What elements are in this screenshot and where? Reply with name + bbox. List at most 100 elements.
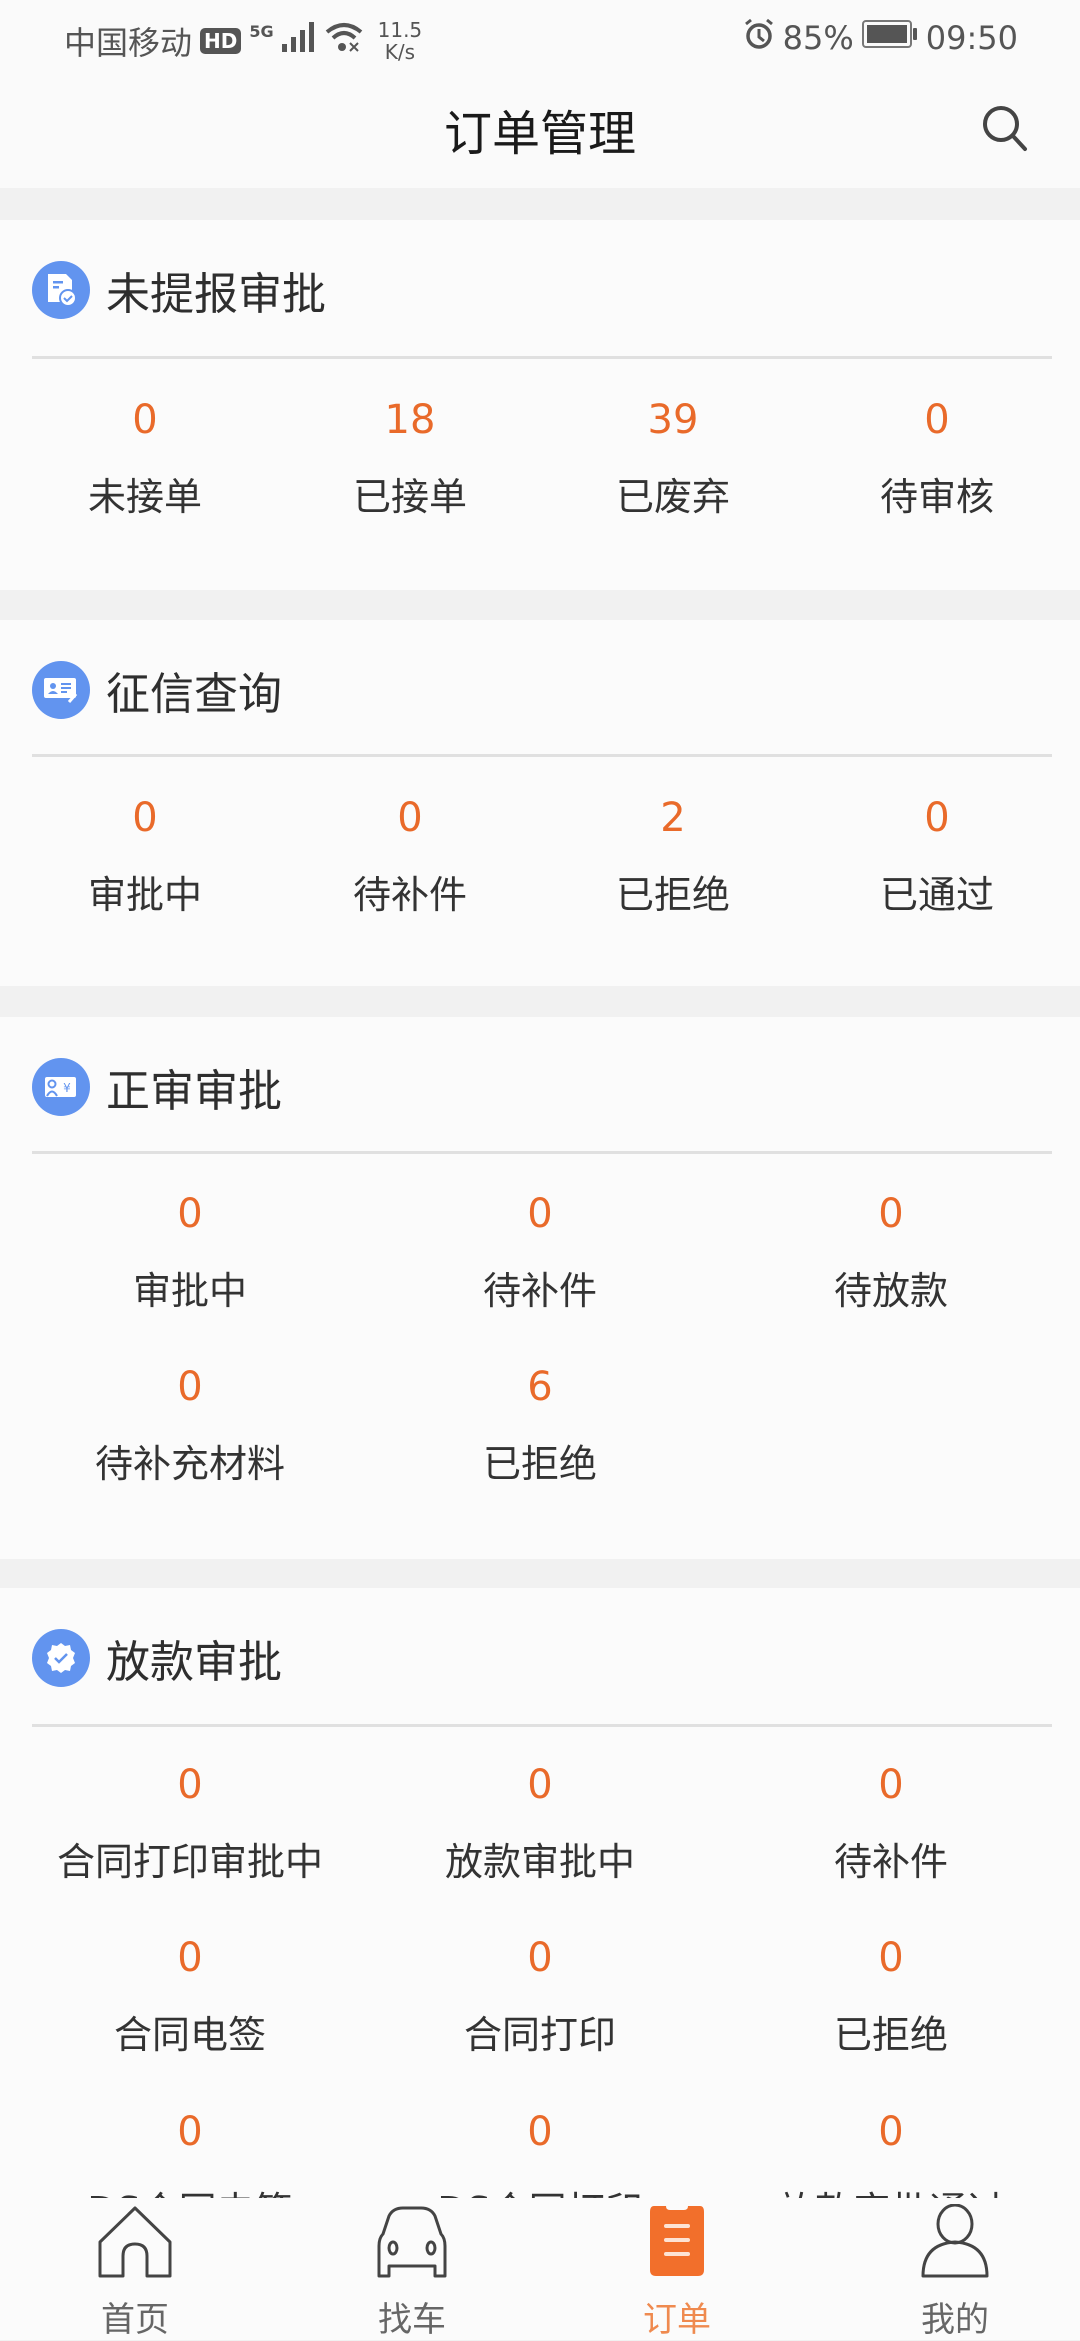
nav-item-orders[interactable]: 订单 — [607, 2198, 747, 2341]
section-divider — [32, 754, 1052, 757]
stat-label: 已接单 — [352, 475, 468, 519]
clock-time: 09:50 — [925, 19, 1018, 57]
stat-value: 0 — [878, 1191, 904, 1237]
stat-item[interactable]: 0 待补件 — [353, 793, 467, 920]
carrier-name: 中国移动 — [64, 24, 193, 62]
document-check-icon — [32, 261, 90, 319]
stat-value: 0 — [177, 1935, 203, 1981]
stat-item[interactable]: 0 待放款 — [834, 1189, 948, 1316]
stat-label: 待补件 — [833, 1840, 949, 1884]
stat-item[interactable]: 0 未接单 — [88, 395, 202, 522]
wifi-icon — [324, 21, 364, 61]
stat-item[interactable]: 0 合同打印审批中 — [57, 1760, 323, 1887]
status-bar: 中国移动 HD 5G 11.5 K/s 85% 09:50 — [0, 0, 1080, 80]
section-title: 未提报审批 — [106, 269, 326, 320]
stat-label: 未接单 — [87, 475, 203, 519]
search-icon — [983, 106, 1027, 151]
stat-value: 0 — [924, 397, 950, 443]
section-divider — [32, 1151, 1052, 1154]
stat-item[interactable]: 0 审批中 — [133, 1189, 247, 1316]
stat-value: 6 — [527, 1364, 553, 1410]
stat-item[interactable]: 0 放款审批中 — [445, 1760, 635, 1887]
stat-label: 合同电签 — [113, 2013, 267, 2057]
battery-percent: 85% — [782, 19, 854, 57]
stat-label: 审批中 — [132, 1269, 248, 1313]
user-icon — [885, 2198, 1025, 2278]
stat-item[interactable]: 0 已拒绝 — [834, 1933, 948, 2060]
net-speed-value: 11.5 — [377, 18, 423, 42]
stat-item[interactable]: 0 已通过 — [880, 793, 994, 920]
stat-label: 已通过 — [879, 873, 995, 917]
hd-badge: HD — [200, 28, 242, 54]
stat-value: 0 — [177, 1364, 203, 1410]
search-button[interactable] — [975, 98, 1035, 158]
stat-value: 0 — [878, 1935, 904, 1981]
home-icon — [65, 2198, 205, 2278]
section-header: 放款审批 — [32, 1628, 282, 1688]
stat-label: 待补充材料 — [94, 1442, 286, 1486]
section-header: 未提报审批 — [32, 260, 326, 320]
stat-label: 待审核 — [879, 475, 995, 519]
stat-item[interactable]: 0 合同电签 — [114, 1933, 266, 2060]
section-formal-review-approval: ¥ 正审审批 0 审批中 0 待补件 0 待放款 0 待补充材料 6 已拒绝 — [0, 1017, 1080, 1559]
svg-text:¥: ¥ — [63, 1081, 71, 1095]
app-header: 订单管理 — [0, 80, 1080, 188]
stat-label: 审批中 — [87, 873, 203, 917]
stat-item[interactable]: 0 待补充材料 — [95, 1362, 285, 1489]
stat-label: 已拒绝 — [615, 873, 731, 917]
stat-value: 0 — [527, 1935, 553, 1981]
alarm-icon — [743, 18, 775, 58]
stat-label: 已拒绝 — [482, 1442, 598, 1486]
section-divider — [32, 1724, 1052, 1727]
stat-item[interactable]: 0 待补件 — [483, 1189, 597, 1316]
stat-value: 0 — [132, 795, 158, 841]
stat-value: 18 — [384, 397, 436, 443]
car-icon — [342, 2198, 482, 2278]
stat-value: 0 — [924, 795, 950, 841]
stat-item[interactable]: 18 已接单 — [353, 395, 467, 522]
stat-item[interactable]: 0 待审核 — [880, 395, 994, 522]
stat-label: DS合同打印 — [437, 2180, 642, 2198]
stat-item[interactable]: 0 合同打印 — [464, 1933, 616, 2060]
nav-label: 找车 — [378, 2300, 446, 2340]
cut-off-labels: DS合同电签 DS合同打印 放款审批通过 — [0, 2150, 1080, 2198]
signal-icon — [281, 22, 316, 60]
stat-label: DS合同电签 — [87, 2180, 292, 2198]
section-credit-inquiry: 征信查询 0 审批中 0 待补件 2 已拒绝 0 已通过 — [0, 620, 1080, 986]
stat-value: 0 — [527, 1762, 553, 1808]
network-type: 5G — [249, 21, 274, 41]
stat-label: 合同打印 — [463, 2013, 617, 2057]
stat-value: 0 — [878, 1762, 904, 1808]
nav-item-home[interactable]: 首页 — [65, 2198, 205, 2341]
stat-item[interactable]: 0 待补件 — [834, 1760, 948, 1887]
stat-label: 待补件 — [352, 873, 468, 917]
section-divider — [32, 356, 1052, 359]
stat-label: 待补件 — [482, 1269, 598, 1313]
stat-item[interactable]: 6 已拒绝 — [483, 1362, 597, 1489]
stat-item[interactable]: 39 已废弃 — [616, 395, 730, 522]
net-speed-unit: K/s — [384, 40, 416, 64]
net-speed: 11.5 K/s — [378, 19, 423, 63]
stat-value: 0 — [177, 1191, 203, 1237]
section-title: 正审审批 — [106, 1066, 282, 1117]
id-card-icon — [32, 661, 90, 719]
section-title: 放款审批 — [106, 1637, 282, 1688]
nav-label: 首页 — [101, 2300, 169, 2340]
nav-item-mine[interactable]: 我的 — [885, 2198, 1025, 2341]
status-right: 85% 09:50 — [743, 18, 1018, 58]
stat-item[interactable]: 0 审批中 — [88, 793, 202, 920]
stat-label: 待放款 — [833, 1269, 949, 1313]
stat-label: 已拒绝 — [833, 2013, 949, 2057]
bottom-nav: 首页 找车 订单 我的 — [0, 2198, 1080, 2340]
badge-check-icon — [32, 1629, 90, 1687]
stat-label: 放款审批通过 — [777, 2180, 1005, 2198]
nav-label: 订单 — [643, 2300, 711, 2340]
nav-item-find-car[interactable]: 找车 — [342, 2198, 482, 2341]
nav-label: 我的 — [921, 2300, 989, 2340]
stat-item[interactable]: 2 已拒绝 — [616, 793, 730, 920]
stat-label: 已废弃 — [615, 475, 731, 519]
battery-icon — [861, 19, 918, 57]
section-unsubmitted-approval: 未提报审批 0 未接单 18 已接单 39 已废弃 0 待审核 — [0, 220, 1080, 590]
stat-value: 39 — [647, 397, 699, 443]
stat-value: 0 — [132, 397, 158, 443]
